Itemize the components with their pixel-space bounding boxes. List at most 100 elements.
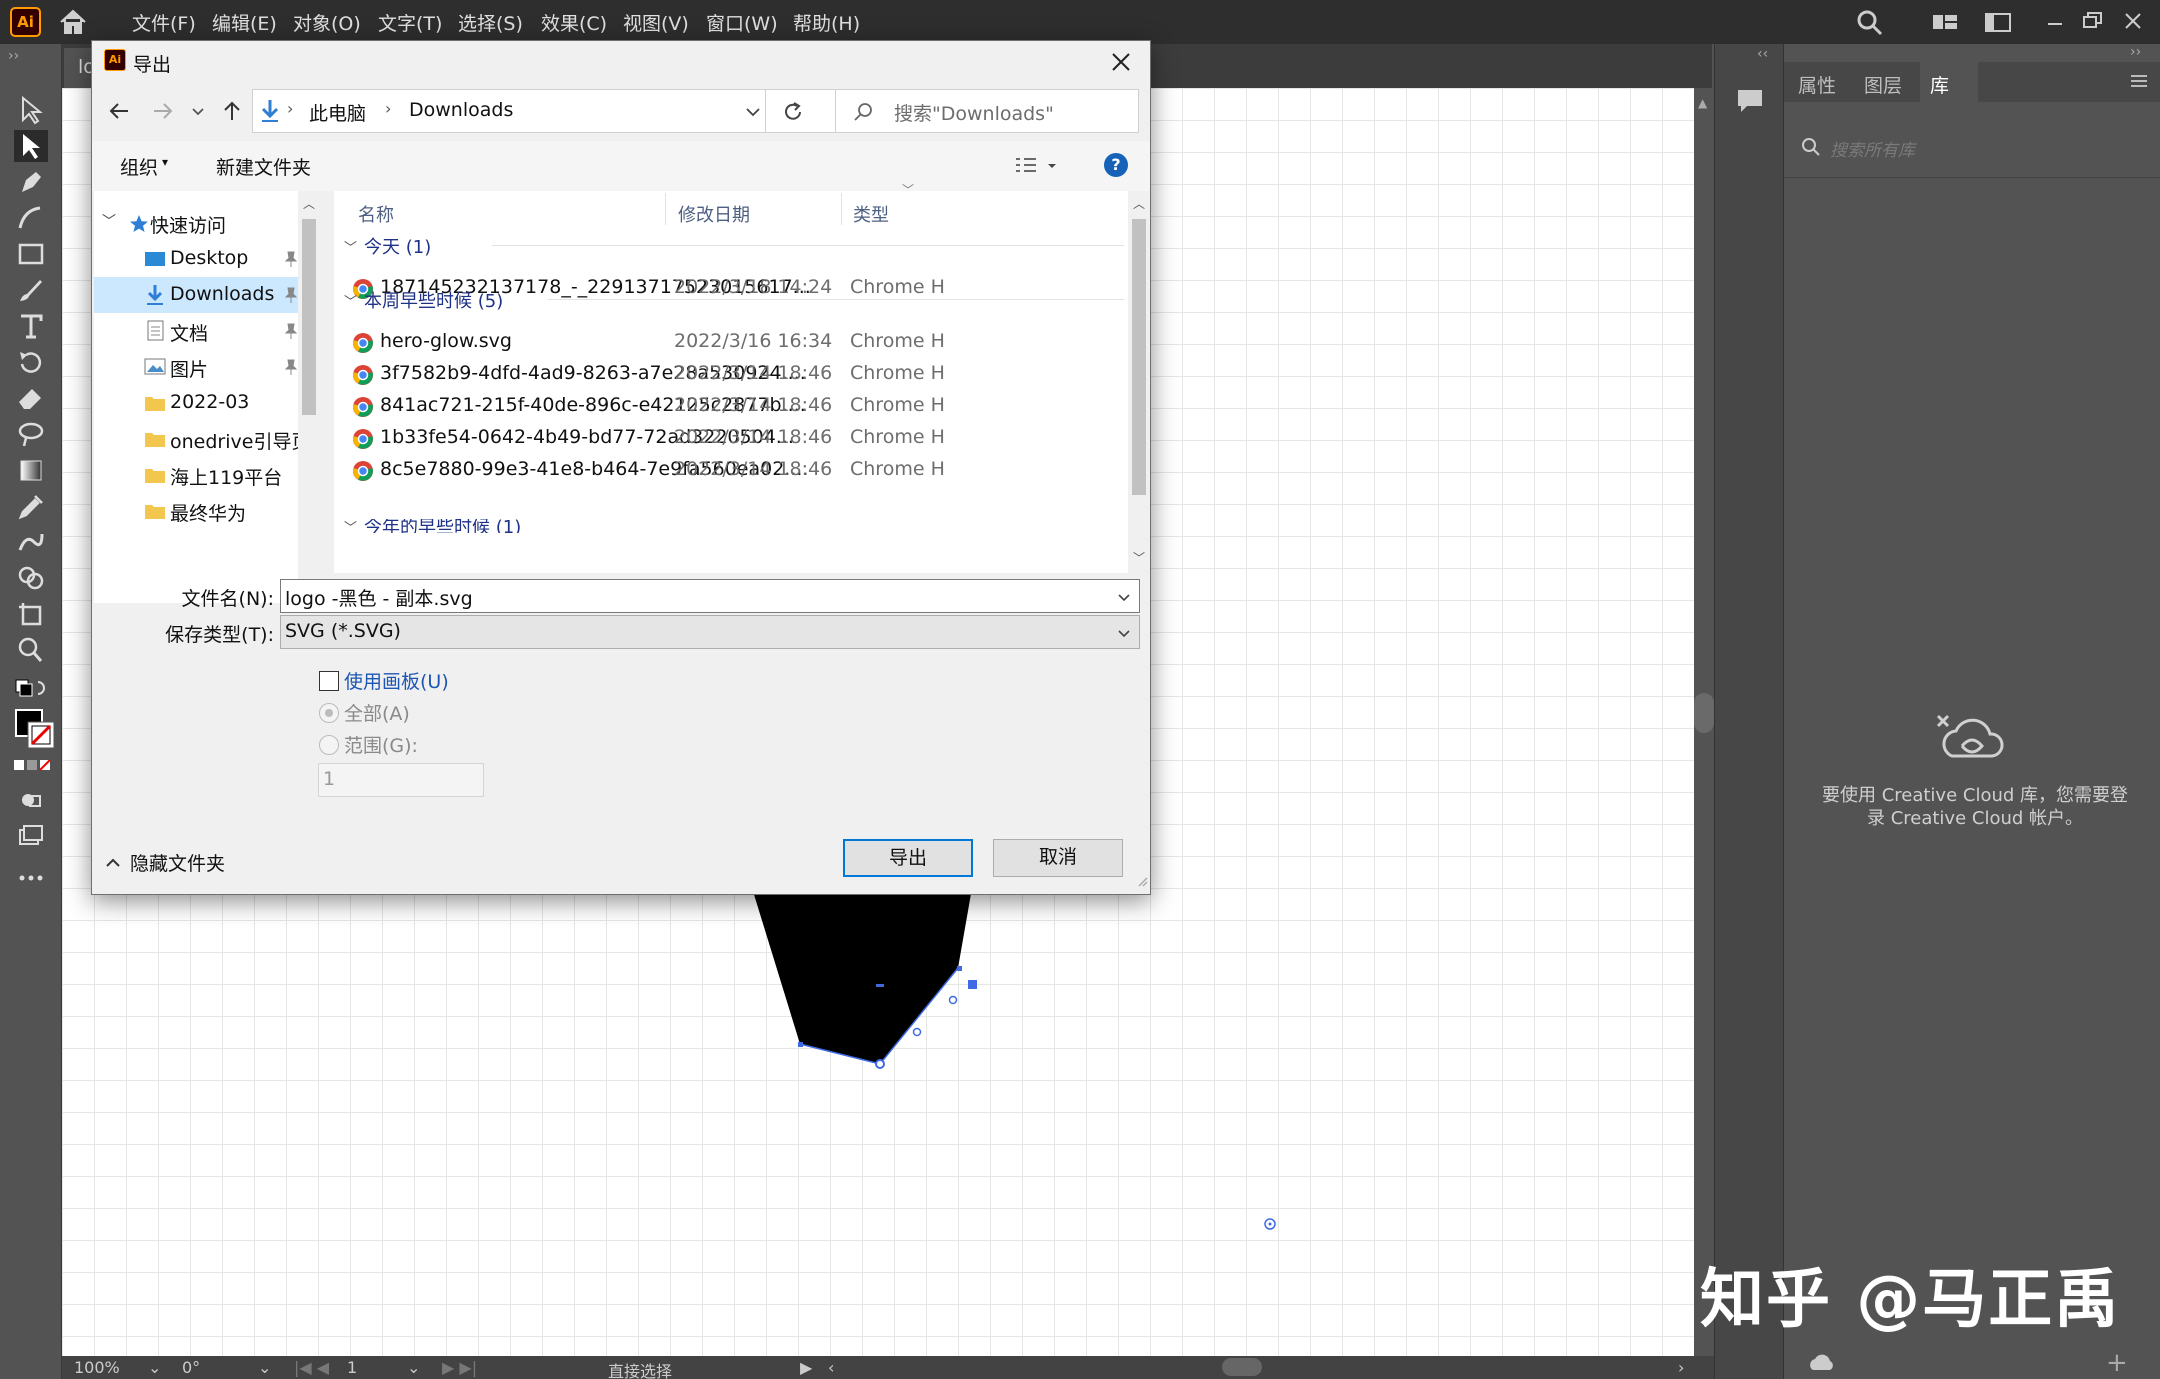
anchor-point[interactable] [1262, 1216, 1278, 1232]
direct-selection-tool-icon[interactable] [14, 130, 48, 162]
tree-item-documents[interactable]: 文档 [94, 313, 298, 349]
tree-quick-access[interactable]: ﹀ 快速访问 [94, 205, 298, 241]
rectangle-tool-icon[interactable] [14, 238, 48, 270]
menu-item[interactable]: 文字(T) [378, 9, 442, 36]
file-list-scroll-thumb[interactable] [1132, 219, 1146, 495]
paintbrush-tool-icon[interactable] [14, 274, 48, 306]
navigation-scroll-thumb[interactable] [302, 219, 316, 415]
organize-button[interactable]: 组织 [120, 153, 158, 180]
color-mode-icon[interactable] [14, 756, 51, 776]
artboard-number[interactable]: 1 [347, 1358, 357, 1377]
collapse-chevron-icon[interactable] [104, 853, 122, 877]
home-icon[interactable] [58, 8, 88, 36]
close-window-icon[interactable] [2118, 8, 2148, 36]
file-row[interactable]: hero-glow.svg 2022/3/16 16:34 Chrome H [340, 326, 1128, 358]
menu-item[interactable]: 编辑(E) [212, 9, 277, 36]
pin-icon[interactable] [284, 249, 298, 269]
status-menu-icon[interactable]: ▶ [800, 1358, 812, 1377]
screen-mode-icon[interactable] [14, 820, 48, 852]
address-bar[interactable]: › 此电脑 › Downloads [252, 89, 838, 133]
group-header-this-week[interactable]: 本周早些时候 (5) [364, 287, 503, 313]
column-header-modified[interactable]: 修改日期 [678, 201, 750, 227]
rotation-dropdown-icon[interactable]: ⌄ [258, 1358, 271, 1377]
file-row[interactable]: 1b33fe54-0642-4b49-bd77-72ad3220504... 2… [340, 422, 1128, 454]
search-input[interactable]: 搜索"Downloads" [835, 89, 1139, 133]
menu-item[interactable]: 文件(F) [132, 9, 196, 36]
arrange-documents-icon[interactable] [1983, 8, 2013, 36]
restore-icon[interactable] [2078, 8, 2108, 36]
filename-input[interactable]: logo -黑色 - 副本.svg [280, 579, 1140, 613]
tree-item-folder[interactable]: 海上119平台 [94, 457, 298, 493]
collapse-toolbar-icon[interactable]: ›› [8, 48, 19, 64]
tree-item-folder[interactable]: 2022-03 [94, 385, 298, 421]
swap-fill-stroke-icon[interactable] [14, 676, 48, 702]
expand-chevron-icon[interactable]: ﹀ [102, 211, 116, 231]
filetype-select[interactable]: SVG (*.SVG) [280, 615, 1140, 649]
rotate-tool-icon[interactable] [14, 346, 48, 378]
canvas-scroll-thumb[interactable] [1694, 693, 1714, 733]
tab-libraries[interactable]: 库 [1930, 71, 1949, 98]
first-artboard-icon[interactable]: |◀ ◀ [294, 1358, 329, 1377]
shape-builder-tool-icon[interactable] [14, 562, 48, 594]
column-header-name[interactable]: 名称 [358, 201, 394, 227]
eraser-tool-icon[interactable] [14, 382, 48, 414]
breadcrumb-downloads[interactable]: Downloads [409, 99, 513, 121]
fill-stroke-swatch[interactable] [14, 708, 55, 754]
tree-item-folder[interactable]: 最终华为 [94, 493, 298, 529]
resize-grip-icon[interactable] [1136, 868, 1148, 892]
tree-item-desktop[interactable]: Desktop [94, 241, 298, 277]
rotation-value[interactable]: 0° [182, 1358, 200, 1377]
eyedropper-tool-icon[interactable] [14, 490, 48, 522]
menu-item[interactable]: 效果(C) [541, 9, 607, 36]
address-dropdown-icon[interactable] [743, 102, 763, 127]
refresh-icon[interactable] [781, 100, 805, 129]
minimize-icon[interactable] [2040, 8, 2070, 36]
range-input[interactable]: 1 [318, 763, 484, 797]
file-row[interactable]: 3f7582b9-4dfd-4ad9-8263-a7e28a530924....… [340, 358, 1128, 390]
close-icon[interactable] [1106, 47, 1136, 77]
type-tool-icon[interactable] [14, 310, 48, 342]
scroll-up-icon[interactable]: ︿ [1133, 195, 1145, 212]
selection-tool-icon[interactable] [14, 94, 48, 126]
pen-tool-icon[interactable] [14, 166, 48, 198]
tree-item-pictures[interactable]: 图片 [94, 349, 298, 385]
selected-artwork[interactable] [712, 888, 1132, 1088]
up-folder-icon[interactable] [218, 97, 246, 130]
puppet-warp-tool-icon[interactable] [14, 526, 48, 558]
forward-icon[interactable] [148, 97, 176, 130]
lasso-tool-icon[interactable] [14, 418, 48, 450]
menu-item[interactable]: 对象(O) [293, 9, 361, 36]
zoom-dropdown-icon[interactable]: ⌄ [148, 1358, 161, 1377]
pin-icon[interactable] [284, 321, 298, 341]
menu-item[interactable]: 帮助(H) [793, 9, 860, 36]
tree-item-folder[interactable]: onedrive引导页 [94, 421, 310, 457]
group-collapse-icon[interactable]: ﹀ [344, 237, 357, 256]
export-button[interactable]: 导出 [843, 839, 973, 877]
range-radio[interactable] [319, 735, 339, 755]
expand-panels-icon[interactable]: ›› [2130, 44, 2141, 60]
add-library-icon[interactable]: + [2106, 1348, 2128, 1378]
breadcrumb-this-pc[interactable]: 此电脑 [309, 99, 366, 126]
hide-folders-button[interactable]: 隐藏文件夹 [130, 849, 225, 876]
gradient-tool-icon[interactable] [14, 454, 48, 486]
next-artboard-icon[interactable]: ▶ ▶| [442, 1358, 477, 1377]
tab-layers[interactable]: 图层 [1864, 71, 1902, 98]
use-artboards-label[interactable]: 使用画板(U) [344, 667, 449, 694]
tab-properties[interactable]: 属性 [1798, 71, 1836, 98]
canvas-vertical-scrollbar[interactable]: ▲ [1694, 88, 1714, 1356]
curvature-tool-icon[interactable] [14, 202, 48, 234]
more-tools-icon[interactable] [14, 862, 48, 894]
help-icon[interactable]: ? [1104, 153, 1128, 177]
draw-mode-icon[interactable] [14, 784, 48, 816]
group-collapse-icon[interactable]: ﹀ [344, 291, 357, 310]
column-header-type[interactable]: 类型 [853, 201, 889, 227]
file-list-vertical-scrollbar[interactable]: ︿ ﹀ [1128, 191, 1150, 573]
collapse-panels-icon[interactable]: ‹‹ [1757, 46, 1768, 62]
group-header-today[interactable]: 今天 (1) [364, 233, 431, 259]
scroll-up-icon[interactable]: ︿ [303, 195, 315, 212]
zoom-tool-icon[interactable] [14, 634, 48, 666]
search-icon[interactable] [1855, 8, 1885, 36]
filename-dropdown-icon[interactable] [1115, 587, 1133, 611]
scroll-down-icon[interactable]: ﹀ [1133, 549, 1145, 566]
menu-item[interactable]: 窗口(W) [706, 9, 778, 36]
